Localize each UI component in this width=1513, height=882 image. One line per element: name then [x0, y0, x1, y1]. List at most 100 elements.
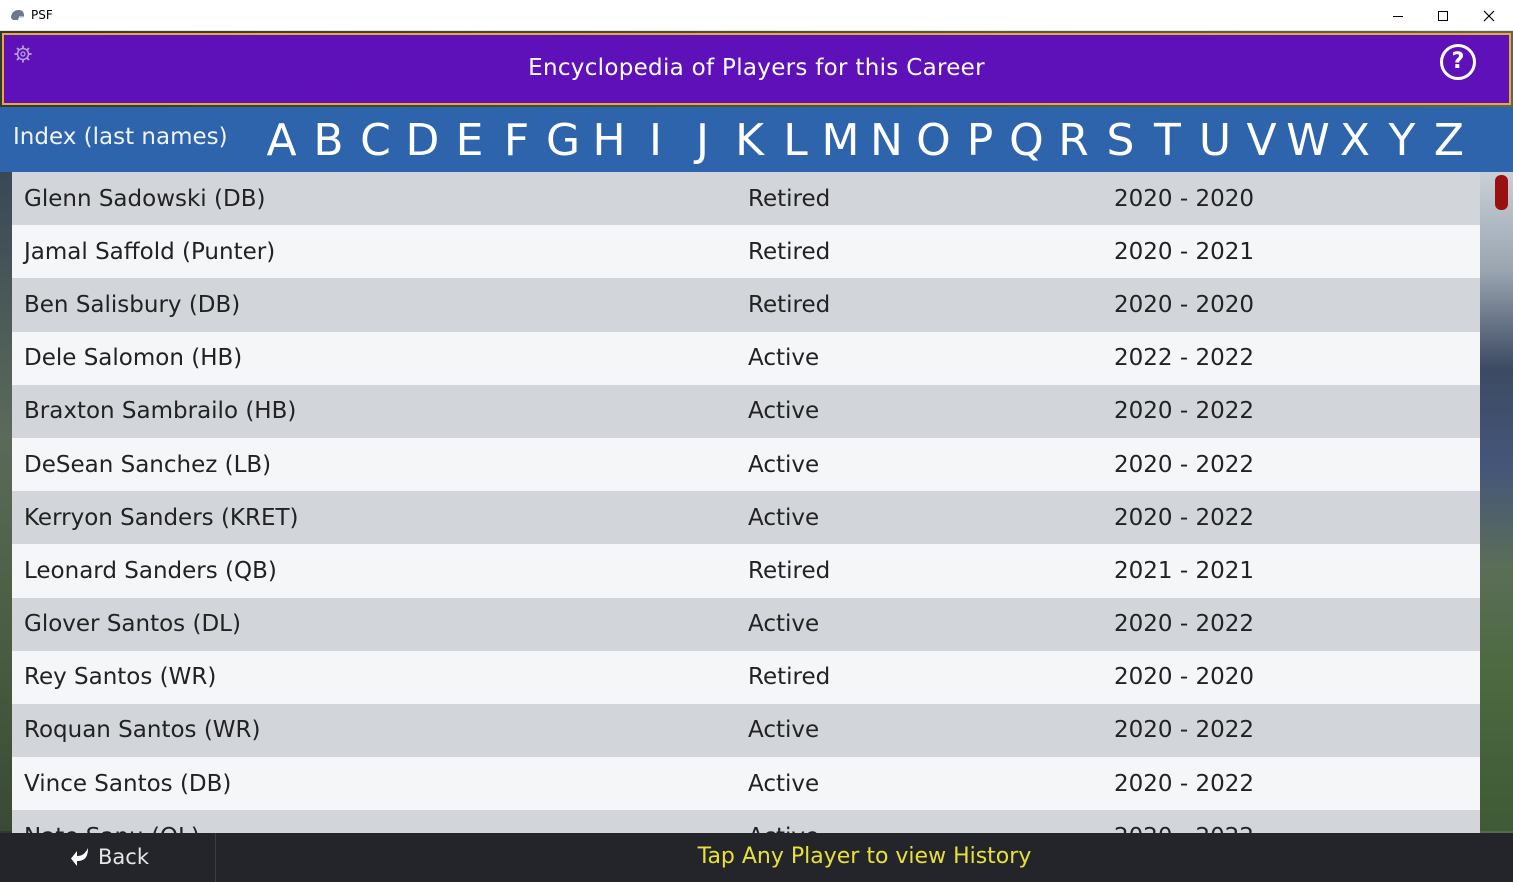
player-row[interactable]: Jamal Saffold (Punter) Retired 2020 - 2021 [12, 225, 1480, 279]
player-name: Rey Santos (WR) [24, 664, 217, 691]
index-letter-u[interactable]: U [1191, 113, 1239, 168]
index-letter-c[interactable]: C [352, 113, 399, 168]
maximize-button[interactable] [1420, 0, 1466, 31]
player-status: Retired [748, 664, 831, 691]
player-years: 2020 - 2020 [1114, 664, 1254, 691]
player-status: Active [748, 611, 820, 638]
player-name: Braxton Sambrailo (HB) [24, 398, 297, 425]
player-name: Vince Santos (DB) [24, 770, 232, 797]
index-letter-q[interactable]: Q [1003, 113, 1050, 168]
player-name: Nate Sanu (OL) [24, 824, 200, 833]
player-name: Ben Salisbury (DB) [24, 291, 241, 318]
player-years: 2020 - 2020 [1114, 185, 1254, 212]
index-letter-o[interactable]: O [910, 113, 957, 168]
player-years: 2020 - 2022 [1114, 717, 1254, 744]
player-status: Active [748, 770, 820, 797]
player-name: Jamal Saffold (Punter) [24, 238, 276, 265]
index-letter-i[interactable]: I [632, 113, 679, 168]
page-title: Encyclopedia of Players for this Career [528, 55, 985, 81]
window-titlebar: PSF [0, 0, 1513, 31]
footer-hint: Tap Any Player to view History [697, 844, 1032, 869]
player-status: Active [748, 451, 820, 478]
player-status: Retired [748, 185, 831, 212]
footer-bar: Back Tap Any Player to view History [0, 833, 1513, 882]
index-letter-v[interactable]: V [1239, 113, 1284, 168]
help-button[interactable]: ? [1440, 44, 1476, 80]
index-letter-k[interactable]: K [726, 113, 773, 168]
player-years: 2020 - 2022 [1114, 504, 1254, 531]
index-letter-a[interactable]: A [258, 113, 305, 168]
index-letter-p[interactable]: P [957, 113, 1003, 168]
index-letter-f[interactable]: F [493, 113, 540, 168]
player-name: Glenn Sadowski (DB) [24, 185, 266, 212]
player-row[interactable]: Kerryon Sanders (KRET) Active 2020 - 2022 [12, 491, 1480, 545]
letter-index: ABCDEFGHIJKLMNOPQRSTUVWXYZ [258, 113, 1472, 168]
close-button[interactable] [1466, 0, 1512, 31]
index-letter-h[interactable]: H [586, 113, 632, 168]
app-area: Encyclopedia of Players for this Career … [0, 31, 1513, 882]
player-status: Active [748, 345, 820, 372]
back-button[interactable]: Back [0, 833, 216, 882]
player-row[interactable]: Nate Sanu (OL) Active 2020 - 2022 [12, 810, 1480, 833]
player-years: 2022 - 2022 [1114, 345, 1254, 372]
player-name: DeSean Sanchez (LB) [24, 451, 272, 478]
maximize-icon [1438, 10, 1448, 21]
close-icon [1483, 10, 1495, 21]
index-letter-m[interactable]: M [818, 113, 863, 168]
player-name: Leonard Sanders (QB) [24, 557, 277, 584]
player-status: Active [748, 398, 820, 425]
player-years: 2020 - 2022 [1114, 824, 1254, 833]
player-years: 2020 - 2022 [1114, 611, 1254, 638]
index-letter-s[interactable]: S [1097, 113, 1144, 168]
player-status: Retired [748, 238, 831, 265]
player-row[interactable]: Rey Santos (WR) Retired 2020 - 2020 [12, 650, 1480, 704]
player-name: Dele Salomon (HB) [24, 345, 243, 372]
player-name: Kerryon Sanders (KRET) [24, 504, 299, 531]
back-label: Back [98, 845, 149, 869]
index-letter-x[interactable]: X [1332, 113, 1378, 168]
player-status: Retired [748, 557, 831, 584]
index-letter-r[interactable]: R [1050, 113, 1097, 168]
player-years: 2020 - 2020 [1114, 291, 1254, 318]
player-status: Active [748, 824, 819, 833]
player-status: Active [748, 717, 820, 744]
scrollbar-thumb[interactable] [1495, 175, 1508, 210]
index-letter-e[interactable]: E [446, 113, 493, 168]
letter-index-bar: Index (last names) ABCDEFGHIJKLMNOPQRSTU… [0, 107, 1513, 172]
index-letter-y[interactable]: Y [1378, 113, 1426, 168]
player-row[interactable]: DeSean Sanchez (LB) Active 2020 - 2022 [12, 437, 1480, 492]
player-years: 2020 - 2022 [1114, 398, 1254, 425]
player-name: Roquan Santos (WR) [24, 717, 261, 744]
player-row[interactable]: Vince Santos (DB) Active 2020 - 2022 [12, 757, 1480, 811]
index-letter-j[interactable]: J [679, 113, 726, 168]
player-status: Retired [748, 291, 831, 318]
minimize-button[interactable] [1375, 0, 1421, 31]
player-row[interactable]: Ben Salisbury (DB) Retired 2020 - 2020 [12, 278, 1480, 332]
index-letter-d[interactable]: D [399, 113, 446, 168]
minimize-icon [1393, 15, 1403, 17]
index-letter-t[interactable]: T [1144, 113, 1191, 168]
background-stadium-left [0, 171, 12, 831]
player-row[interactable]: Leonard Sanders (QB) Retired 2021 - 2021 [12, 544, 1480, 598]
back-arrow-icon [71, 848, 88, 866]
index-letter-w[interactable]: W [1284, 113, 1332, 168]
player-row[interactable]: Glover Santos (DL) Active 2020 - 2022 [12, 597, 1480, 651]
index-letter-n[interactable]: N [863, 113, 910, 168]
player-years: 2021 - 2021 [1114, 557, 1254, 584]
player-list[interactable]: Glenn Sadowski (DB) Retired 2020 - 2020 Jam… [12, 172, 1480, 833]
player-row[interactable]: Glenn Sadowski (DB) Retired 2020 - 2020 [12, 172, 1480, 226]
index-letter-b[interactable]: B [305, 113, 352, 168]
player-row[interactable]: Roquan Santos (WR) Active 2020 - 2022 [12, 703, 1480, 758]
index-letter-l[interactable]: L [773, 113, 818, 168]
player-row[interactable]: Braxton Sambrailo (HB) Active 2020 - 2022 [12, 384, 1480, 438]
index-letter-z[interactable]: Z [1426, 113, 1472, 168]
page-header: Encyclopedia of Players for this Career … [2, 33, 1511, 105]
player-status: Active [748, 504, 820, 531]
index-label: Index (last names) [13, 124, 228, 150]
player-row[interactable]: Dele Salomon (HB) Active 2022 - 2022 [12, 331, 1480, 385]
app-helmet-icon [11, 10, 24, 20]
window-title: PSF [31, 8, 53, 22]
index-letter-g[interactable]: G [540, 113, 586, 168]
player-years: 2020 - 2021 [1114, 238, 1254, 265]
player-years: 2020 - 2022 [1114, 451, 1254, 478]
